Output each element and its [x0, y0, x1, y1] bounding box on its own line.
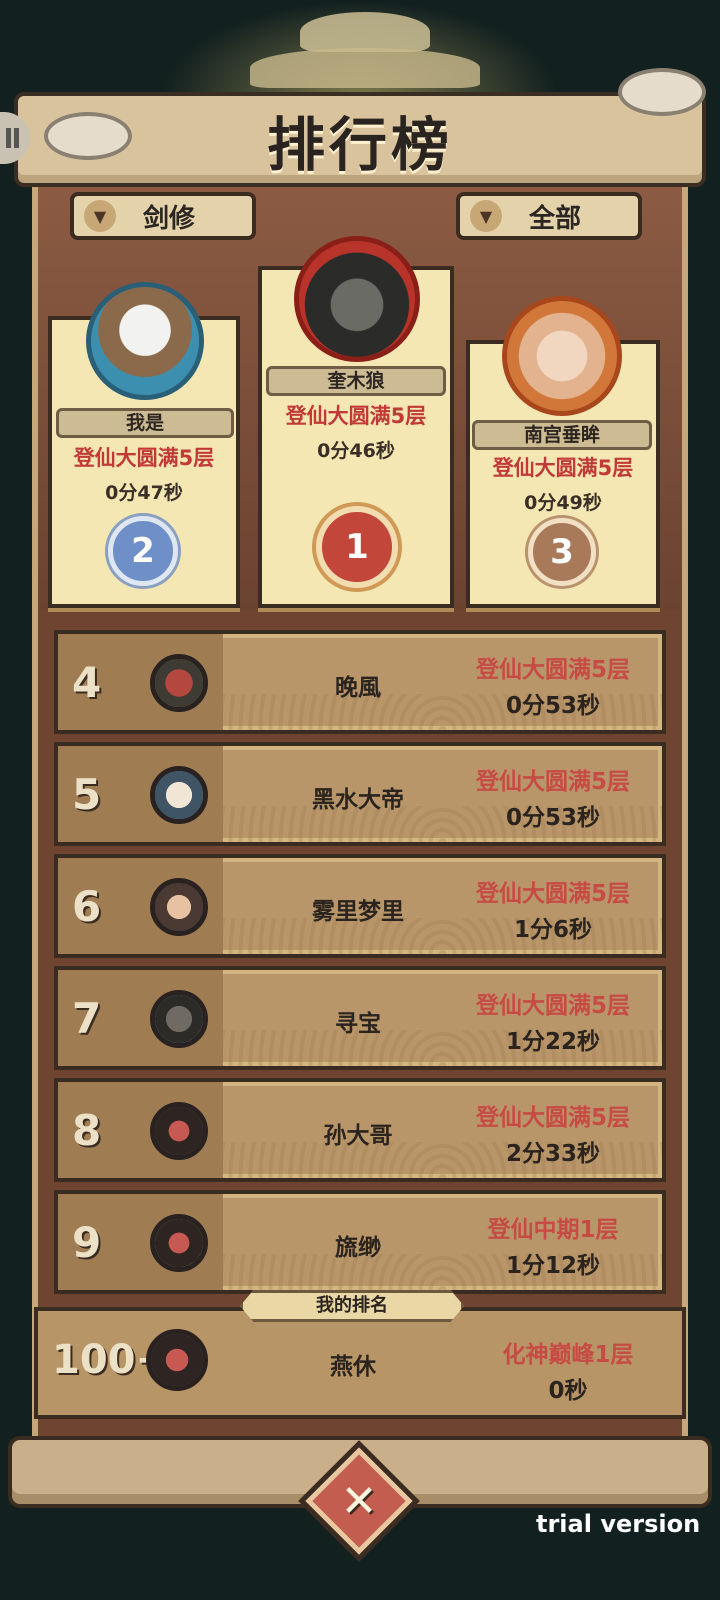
trial-watermark: trial version	[536, 1510, 701, 1538]
my-time: 0秒	[548, 1378, 588, 1404]
row-time: 0分53秒	[505, 693, 600, 719]
chevron-down-icon: ▼	[84, 200, 116, 232]
player-realm: 登仙大圆满5层	[73, 446, 215, 470]
row-name: 黑水大帝	[312, 787, 404, 813]
row-realm: 登仙大圆满5层	[475, 769, 630, 795]
class-filter-label: 剑修	[142, 203, 195, 234]
my-realm: 化神巅峰1层	[502, 1342, 634, 1368]
class-filter-dropdown[interactable]: ▼ 剑修	[70, 192, 256, 240]
player-time: 0分46秒	[317, 440, 395, 462]
row-rank: 9	[72, 1218, 102, 1267]
avatar	[150, 1214, 208, 1272]
rank-medal-first: 1	[316, 506, 398, 588]
row-time: 1分22秒	[505, 1029, 600, 1055]
hat-silhouette-icon	[300, 12, 430, 52]
row-name: 旒缈	[335, 1235, 381, 1261]
player-name: 南宫垂眸	[472, 420, 652, 450]
pause-icon	[6, 128, 11, 148]
scope-filter-dropdown[interactable]: ▼ 全部	[456, 192, 642, 240]
row-name: 孙大哥	[323, 1123, 393, 1149]
close-icon[interactable]: ✕	[316, 1458, 402, 1544]
row-name: 寻宝	[335, 1011, 381, 1037]
table-row[interactable]: 6 雾里梦里 登仙大圆满5层 1分6秒	[54, 854, 666, 958]
player-realm: 登仙大圆满5层	[285, 404, 427, 428]
player-name: 奎木狼	[266, 366, 446, 396]
table-row[interactable]: 4 晚風 登仙大圆满5层 0分53秒	[54, 630, 666, 734]
row-realm: 登仙大圆满5层	[475, 881, 630, 907]
row-rank: 4	[72, 658, 102, 707]
row-rank: 6	[72, 882, 102, 931]
avatar	[502, 296, 622, 416]
my-name: 燕休	[330, 1354, 376, 1380]
avatar	[86, 282, 204, 400]
player-realm: 登仙大圆满5层	[492, 456, 634, 480]
row-rank: 8	[72, 1106, 102, 1155]
avatar	[150, 878, 208, 936]
row-realm: 登仙大圆满5层	[475, 1105, 630, 1131]
avatar	[150, 766, 208, 824]
rank-medal-second: 2	[108, 516, 178, 586]
rank-medal-third: 3	[528, 518, 596, 586]
row-time: 2分33秒	[505, 1141, 600, 1167]
player-time: 0分49秒	[524, 492, 602, 514]
avatar	[150, 654, 208, 712]
row-time: 1分12秒	[505, 1253, 600, 1279]
chevron-down-icon: ▼	[470, 200, 502, 232]
my-rank-row[interactable]: 100+ 燕休 化神巅峰1层 0秒	[34, 1307, 686, 1419]
table-row[interactable]: 7 寻宝 登仙大圆满5层 1分22秒	[54, 966, 666, 1070]
row-realm: 登仙大圆满5层	[475, 993, 630, 1019]
page-title: 排行榜	[266, 111, 453, 179]
player-name: 我是	[56, 408, 234, 438]
row-rank: 5	[72, 770, 102, 819]
row-rank: 7	[72, 994, 102, 1043]
avatar	[150, 1102, 208, 1160]
row-realm: 登仙中期1层	[487, 1217, 619, 1243]
row-realm: 登仙大圆满5层	[475, 657, 630, 683]
my-rank-label: 我的排名	[240, 1290, 464, 1322]
row-name: 晚風	[335, 675, 381, 701]
player-time: 0分47秒	[105, 482, 183, 504]
table-row[interactable]: 8 孙大哥 登仙大圆满5层 2分33秒	[54, 1078, 666, 1182]
table-row[interactable]: 5 黑水大帝 登仙大圆满5层 0分53秒	[54, 742, 666, 846]
avatar	[146, 1329, 208, 1391]
hat-brim-silhouette-icon	[250, 48, 480, 88]
scope-filter-label: 全部	[528, 203, 581, 234]
table-row[interactable]: 9 旒缈 登仙中期1层 1分12秒	[54, 1190, 666, 1294]
row-name: 雾里梦里	[312, 899, 404, 925]
avatar	[150, 990, 208, 1048]
avatar	[294, 236, 420, 362]
row-time: 1分6秒	[513, 917, 592, 943]
row-time: 0分53秒	[505, 805, 600, 831]
